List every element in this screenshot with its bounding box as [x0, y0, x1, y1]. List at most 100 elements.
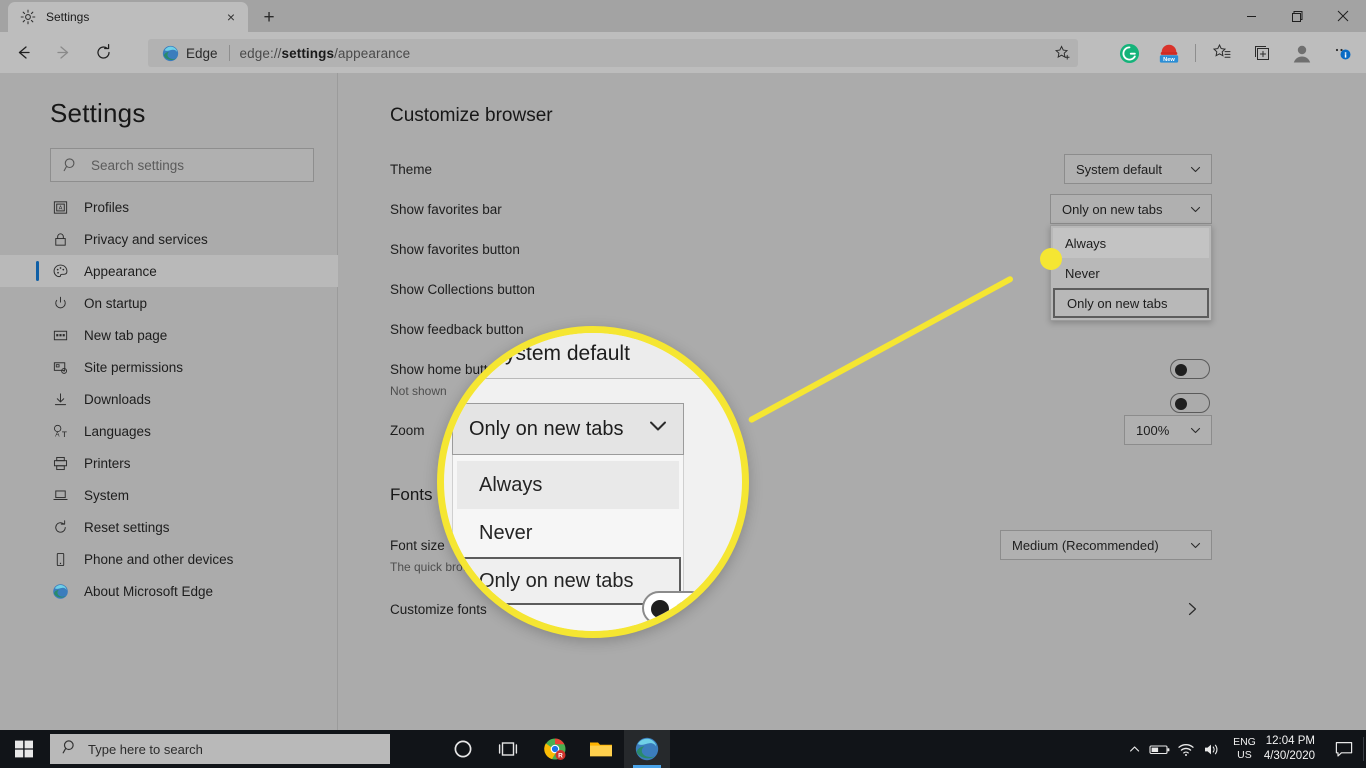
chevron-right-icon[interactable]: [1180, 597, 1204, 621]
sidebar-item-label: Appearance: [84, 264, 157, 279]
minimize-icon[interactable]: [1228, 0, 1274, 32]
site-permissions-icon: [50, 357, 70, 377]
cortana-circle-icon[interactable]: [440, 730, 486, 768]
toolbar-icon-group: New: [1109, 36, 1362, 70]
sidebar-item-on-startup[interactable]: On startup: [0, 287, 338, 319]
honey-extension-icon[interactable]: New: [1153, 37, 1185, 69]
settings-and-more-icon[interactable]: [1326, 37, 1358, 69]
show-home-button-toggle[interactable]: [1170, 359, 1210, 379]
new-tab-button[interactable]: +: [256, 5, 282, 31]
svg-text:A: A: [58, 205, 62, 211]
sidebar-item-label: New tab page: [84, 328, 167, 343]
chevron-down-icon: [1189, 163, 1202, 176]
address-bar[interactable]: Edge edge://settings/appearance: [148, 39, 1078, 67]
toggle-knob: [1175, 364, 1187, 376]
battery-icon[interactable]: [1147, 730, 1173, 768]
search-settings-input[interactable]: Search settings: [50, 148, 314, 182]
maximize-icon[interactable]: [1274, 0, 1320, 32]
chrome-rewards-taskbar-icon[interactable]: R: [532, 730, 578, 768]
sidebar-item-phone-and-other-devices[interactable]: Phone and other devices: [0, 543, 338, 575]
lock-icon: [50, 229, 70, 249]
taskbar-clock[interactable]: 12:04 PM 4/30/2020: [1264, 734, 1315, 764]
profile-avatar-icon[interactable]: [1286, 37, 1318, 69]
magnified-theme-dropdown[interactable]: System default: [476, 329, 706, 379]
address-bar-url: edge://settings/appearance: [240, 46, 411, 61]
laptop-icon: [50, 485, 70, 505]
toggle-knob: [1175, 398, 1187, 410]
section-heading-customize-browser: Customize browser: [390, 105, 553, 127]
show-hidden-icons-icon[interactable]: [1121, 730, 1147, 768]
language-indicator[interactable]: ENG US: [1233, 736, 1256, 762]
back-arrow-icon[interactable]: [6, 36, 40, 70]
sidebar-item-about-microsoft-edge[interactable]: About Microsoft Edge: [0, 575, 338, 607]
sidebar-item-system[interactable]: System: [0, 479, 338, 511]
chevron-down-icon: [1189, 539, 1202, 552]
magnified-toggle[interactable]: [642, 591, 708, 625]
power-icon: [50, 293, 70, 313]
task-view-icon[interactable]: [486, 730, 532, 768]
browser-tab-settings[interactable]: Settings ×: [8, 2, 248, 32]
search-icon: [62, 739, 78, 760]
dropdown-option-never[interactable]: Never: [1053, 258, 1209, 288]
font-size-dropdown[interactable]: Medium (Recommended): [1000, 530, 1212, 560]
taskbar-search-input[interactable]: Type here to search: [50, 734, 390, 764]
phone-icon: [50, 549, 70, 569]
profile-card-icon: A: [50, 197, 70, 217]
theme-dropdown-value: System default: [1076, 162, 1162, 177]
sidebar-item-site-permissions[interactable]: Site permissions: [0, 351, 338, 383]
printer-icon: [50, 453, 70, 473]
add-favorite-star-icon[interactable]: [1050, 41, 1074, 65]
magnified-option-always[interactable]: Always: [457, 461, 679, 509]
reset-circular-arrow-icon: [50, 517, 70, 537]
edge-logo-icon: [50, 581, 70, 601]
sidebar-item-label: Privacy and services: [84, 232, 208, 247]
languages-icon: A: [50, 421, 70, 441]
action-center-icon[interactable]: [1327, 730, 1361, 768]
theme-dropdown[interactable]: System default: [1064, 154, 1212, 184]
browser-toolbar: Edge edge://settings/appearance: [0, 32, 1366, 73]
language-line-1: ENG: [1233, 736, 1256, 749]
sidebar-item-reset-settings[interactable]: Reset settings: [0, 511, 338, 543]
row-label-theme: Theme: [390, 162, 432, 177]
row-sub-show-home-button: Not shown: [390, 384, 447, 398]
collections-icon[interactable]: [1246, 37, 1278, 69]
language-line-2: US: [1237, 749, 1252, 762]
magnified-favorites-bar-dropdown[interactable]: Only on new tabs: [452, 403, 684, 455]
dropdown-option-always[interactable]: Always: [1053, 228, 1209, 258]
microsoft-edge-taskbar-icon[interactable]: [624, 730, 670, 768]
sidebar-item-profiles[interactable]: A Profiles: [0, 191, 338, 223]
magnified-theme-value: System default: [491, 342, 630, 366]
svg-text:New: New: [1163, 57, 1175, 63]
magnified-label-show-home-button: home but: [437, 355, 478, 372]
sidebar-item-printers[interactable]: Printers: [0, 447, 338, 479]
row-label-show-collections-button: Show Collections button: [390, 282, 535, 297]
sidebar-item-languages[interactable]: A Languages: [0, 415, 338, 447]
tab-close-icon[interactable]: ×: [222, 8, 240, 26]
favorites-star-list-icon[interactable]: [1206, 37, 1238, 69]
show-desktop-divider[interactable]: [1363, 737, 1364, 761]
gear-icon: [20, 9, 36, 25]
volume-icon[interactable]: [1199, 730, 1225, 768]
sidebar-item-appearance[interactable]: Appearance: [0, 255, 338, 287]
grammarly-extension-icon[interactable]: [1113, 37, 1145, 69]
sidebar-item-label: Printers: [84, 456, 131, 471]
download-arrow-icon: [50, 389, 70, 409]
dropdown-option-only-on-new-tabs[interactable]: Only on new tabs: [1053, 288, 1209, 318]
clock-date: 4/30/2020: [1264, 749, 1315, 764]
sidebar-item-new-tab-page[interactable]: New tab page: [0, 319, 338, 351]
windows-start-icon[interactable]: [0, 730, 48, 768]
wifi-icon[interactable]: [1173, 730, 1199, 768]
sidebar-item-privacy-and-services[interactable]: Privacy and services: [0, 223, 338, 255]
show-feedback-button-toggle[interactable]: [1170, 393, 1210, 413]
row-label-font-size: Font size: [390, 538, 445, 553]
show-favorites-bar-dropdown[interactable]: Only on new tabs: [1050, 194, 1212, 224]
clock-time: 12:04 PM: [1266, 734, 1315, 749]
sidebar-item-downloads[interactable]: Downloads: [0, 383, 338, 415]
zoom-dropdown[interactable]: 100%: [1124, 415, 1212, 445]
new-tab-page-icon: [50, 325, 70, 345]
close-icon[interactable]: [1320, 0, 1366, 32]
sidebar-item-label: Profiles: [84, 200, 129, 215]
refresh-icon[interactable]: [86, 36, 120, 70]
file-explorer-taskbar-icon[interactable]: [578, 730, 624, 768]
magnified-option-never[interactable]: Never: [457, 509, 679, 557]
